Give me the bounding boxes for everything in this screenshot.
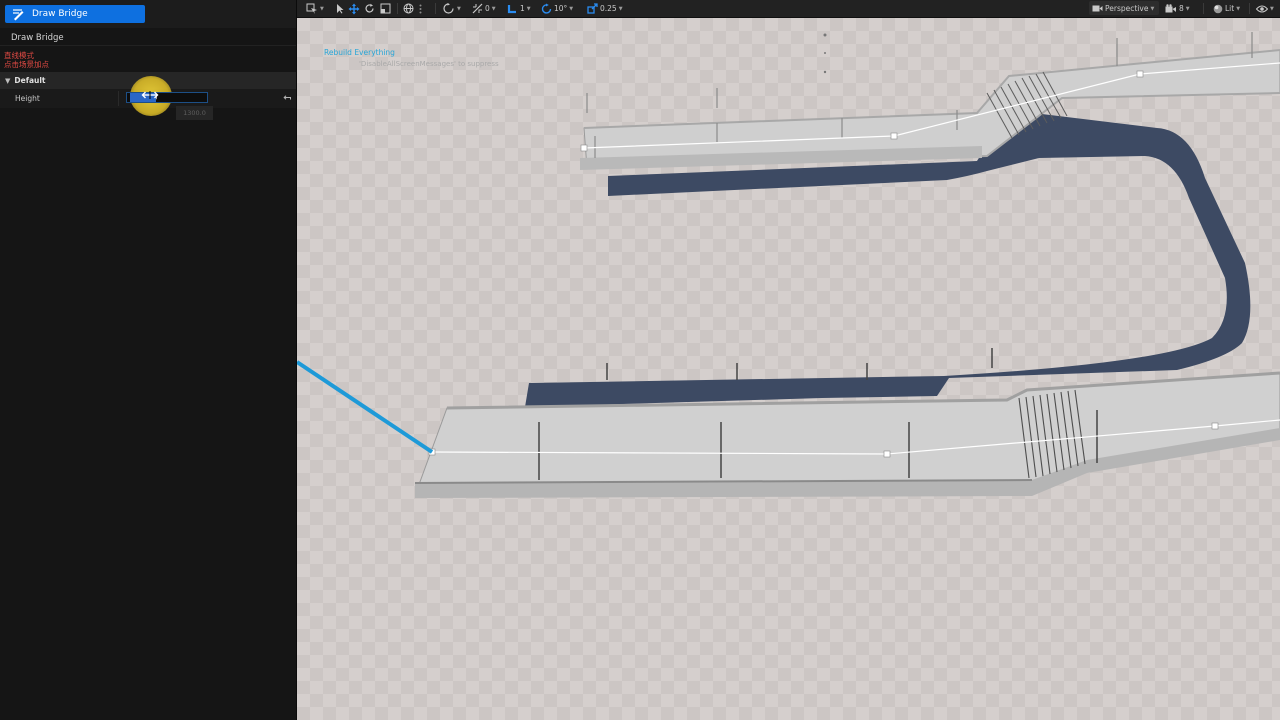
layer-snap-dropdown[interactable]: 1 ▼ [507, 2, 531, 15]
mode-hint-line2: 点击场景加点 [4, 60, 49, 69]
panel-title: Draw Bridge [11, 33, 64, 43]
more-options-button[interactable] [419, 2, 422, 15]
film-camera-icon [1165, 4, 1176, 13]
camera-speed-value: 8 [1179, 4, 1184, 13]
select-mode-button[interactable]: ▼ [306, 2, 324, 15]
view-mode-label: Perspective [1105, 4, 1149, 13]
value-tooltip: 1300.0 [176, 106, 213, 120]
globe-icon [403, 3, 414, 14]
level-viewport[interactable]: Rebuild Everything 'DisableAllScreenMess… [297, 18, 1280, 720]
drawing-spline-segment [297, 360, 434, 454]
camera-icon [1092, 5, 1103, 12]
translate-tool-button[interactable] [348, 2, 360, 15]
resize-cursor-icon [141, 91, 159, 99]
property-splitter[interactable] [118, 91, 119, 106]
tool-details-panel: Draw Bridge Draw Bridge 直线模式 点击场景加点 ▼ De… [0, 0, 297, 720]
camera-speed-dropdown[interactable]: 8 ▼ [1165, 2, 1190, 15]
collapse-arrow-icon[interactable]: ▼ [5, 77, 10, 85]
select-tool-button[interactable] [335, 2, 345, 15]
bridge-scene [297, 32, 1280, 498]
category-label: Default [14, 76, 46, 85]
draw-bridge-tool-button[interactable]: Draw Bridge [5, 5, 145, 23]
move-arrows-icon [348, 3, 360, 14]
reset-to-default-icon[interactable] [282, 93, 292, 103]
more-vertical-icon [419, 4, 422, 13]
rebuild-message: Rebuild Everything [324, 48, 395, 57]
rotate-snap-icon [541, 3, 552, 14]
scale-snap-value: 0.25 [600, 4, 617, 13]
translate-snap-dropdown[interactable]: 0 ▼ [472, 2, 496, 15]
show-options-dropdown[interactable]: ▼ [1256, 2, 1274, 15]
height-label: Height [15, 94, 40, 103]
divider [0, 45, 296, 46]
scale-tool-button[interactable] [380, 2, 391, 15]
toolbar-separator [435, 3, 436, 14]
panel-header: Draw Bridge [0, 0, 296, 28]
lit-sphere-icon [1213, 4, 1223, 13]
arrow-pointer-icon [337, 4, 344, 14]
surface-snap-icon [443, 3, 454, 14]
scale-snap-dropdown[interactable]: 0.25 ▼ [587, 2, 623, 15]
rotate-icon [365, 3, 374, 13]
layer-snap-icon [507, 5, 516, 14]
draw-bridge-icon [13, 9, 24, 21]
select-mode-icon [306, 3, 317, 14]
lighting-mode-label: Lit [1225, 4, 1235, 13]
eye-icon [1256, 5, 1268, 12]
rotate-tool-button[interactable] [364, 2, 375, 15]
grid-snap-icon [472, 3, 483, 14]
world-local-toggle[interactable] [403, 2, 414, 15]
viewport-toolbar: ▼ ▼ 0 ▼ 1 ▼ 10° ▼ 0.25 ▼ Perspective ▼ 8… [297, 0, 1280, 18]
rotate-snap-dropdown[interactable]: 10° ▼ [541, 2, 573, 15]
toolbar-separator [1203, 3, 1204, 14]
rotate-snap-value: 10° [554, 4, 568, 13]
toolbar-separator [1249, 3, 1250, 14]
scale-snap-icon [587, 3, 598, 14]
surface-snapping-button[interactable]: ▼ [443, 2, 461, 15]
scale-icon [380, 3, 391, 14]
distant-markers [823, 33, 827, 74]
draw-bridge-tool-label: Draw Bridge [32, 9, 88, 19]
translate-snap-value: 0 [485, 4, 490, 13]
layer-value: 1 [520, 4, 525, 13]
view-mode-dropdown[interactable]: Perspective ▼ [1092, 2, 1154, 15]
suppress-message-hint: 'DisableAllScreenMessages' to suppress [359, 60, 499, 68]
toolbar-separator [397, 3, 398, 14]
lighting-mode-dropdown[interactable]: Lit ▼ [1213, 2, 1240, 15]
